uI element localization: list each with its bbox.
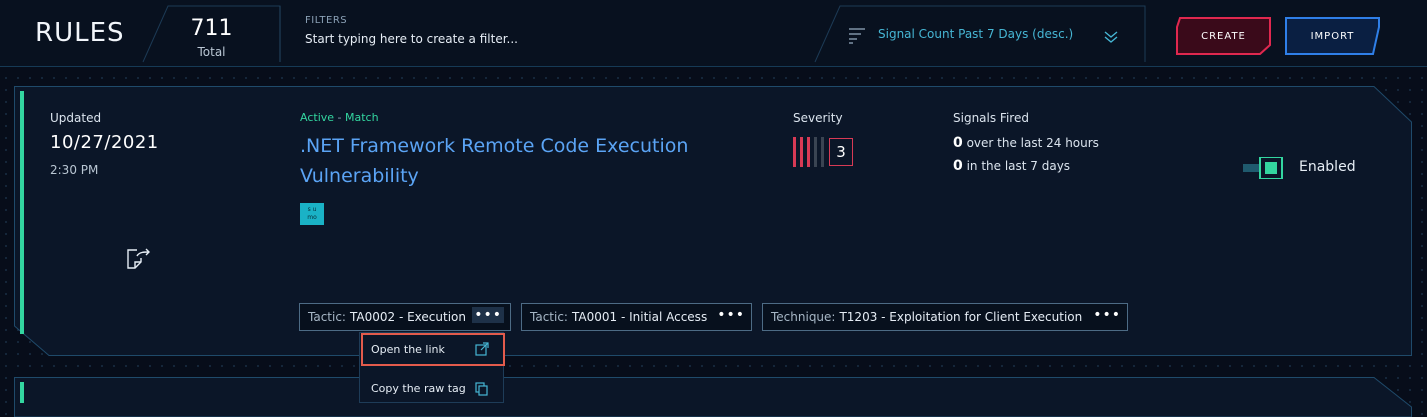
tag-value: TA0002 - Execution: [350, 310, 466, 324]
next-rule-card: [14, 377, 1412, 417]
signals-24h: 0 over the last 24 hours: [953, 135, 1099, 151]
status-match: Match: [345, 111, 379, 124]
severity-bar: [821, 137, 824, 167]
signals-24h-text: over the last 24 hours: [963, 136, 1099, 150]
tag-prefix: Technique:: [771, 310, 835, 324]
status-active: Active: [300, 111, 334, 124]
more-options-icon[interactable]: •••: [472, 307, 504, 323]
more-options-icon[interactable]: •••: [1093, 307, 1121, 323]
tag-prefix: Tactic:: [530, 310, 568, 324]
import-button[interactable]: IMPORT: [1285, 17, 1380, 55]
more-options-icon[interactable]: •••: [717, 307, 745, 323]
page-title: RULES: [35, 18, 125, 48]
sumo-logo-top: s u: [300, 206, 324, 214]
tag-chip[interactable]: Technique: T1203 - Exploitation for Clie…: [762, 303, 1128, 331]
enabled-toggle[interactable]: [1243, 157, 1283, 179]
signals-fired-label: Signals Fired: [953, 111, 1029, 125]
signals-7d: 0 in the last 7 days: [953, 158, 1070, 174]
severity-bar: [807, 137, 810, 167]
rule-status: Active - Match: [300, 111, 379, 124]
updated-time: 2:30 PM: [50, 163, 98, 177]
updated-date: 10/27/2021: [50, 132, 159, 153]
rules-total: 711 Total: [143, 5, 280, 62]
signals-7d-count: 0: [953, 158, 963, 174]
sort-label: Signal Count Past 7 Days (desc.): [878, 27, 1073, 41]
sort-dropdown[interactable]: Signal Count Past 7 Days (desc.): [815, 6, 1145, 63]
tag-chip[interactable]: Tactic: TA0002 - Execution •••: [299, 303, 511, 331]
signals-7d-text: in the last 7 days: [963, 159, 1070, 173]
total-count: 711: [143, 16, 280, 41]
tag-prefix: Tactic:: [308, 310, 346, 324]
sumo-logo-bottom: mo: [300, 214, 324, 222]
open-link-label: Open the link: [371, 343, 445, 356]
filters-label: FILTERS: [305, 15, 347, 26]
rule-title-link[interactable]: .NET Framework Remote Code Execution Vul…: [300, 131, 760, 191]
tag-chip[interactable]: Tactic: TA0001 - Initial Access •••: [521, 303, 752, 331]
create-button-label: CREATE: [1176, 17, 1271, 55]
severity-bar: [814, 137, 817, 167]
sumo-logo: s umo: [300, 203, 324, 225]
severity-bar: [800, 137, 803, 167]
import-button-label: IMPORT: [1285, 17, 1380, 55]
severity-value: 3: [829, 138, 853, 166]
enabled-label: Enabled: [1299, 159, 1356, 175]
filter-input[interactable]: [305, 32, 785, 46]
tag-value: TA0001 - Initial Access: [572, 310, 707, 324]
severity-label: Severity: [793, 111, 843, 125]
status-separator: -: [334, 111, 345, 124]
export-icon[interactable]: [124, 244, 152, 272]
copy-icon: [475, 382, 489, 396]
sort-icon: [848, 26, 866, 44]
chevron-down-icon: [1104, 30, 1118, 44]
updated-label: Updated: [50, 111, 101, 125]
tag-value: T1203 - Exploitation for Client Executio…: [839, 310, 1082, 324]
create-button[interactable]: CREATE: [1176, 17, 1271, 55]
top-bar: RULES 711 Total FILTERS Signal Count Pas…: [0, 0, 1427, 67]
signals-24h-count: 0: [953, 135, 963, 151]
rule-status-bar: [20, 91, 24, 334]
copy-tag-label: Copy the raw tag: [371, 382, 466, 395]
severity-meter: [793, 137, 829, 167]
severity-bar: [793, 137, 796, 167]
total-label: Total: [143, 45, 280, 59]
external-link-icon: [475, 342, 489, 356]
next-rule-status-bar: [20, 382, 24, 403]
